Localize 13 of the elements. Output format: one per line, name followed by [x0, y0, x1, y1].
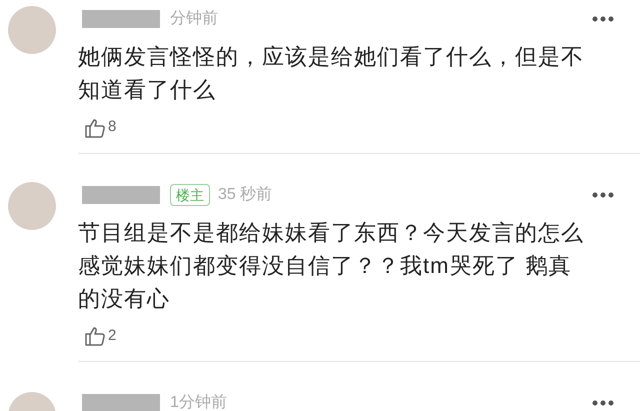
like-count: 8	[108, 117, 116, 137]
thumbs-up-icon[interactable]	[84, 116, 106, 138]
thumbs-up-icon[interactable]	[84, 325, 106, 347]
more-icon[interactable]	[592, 400, 614, 406]
comment-time: 分钟前	[170, 9, 219, 29]
like-count: 2	[108, 326, 116, 346]
more-icon[interactable]	[592, 192, 614, 198]
author-badge: 楼主	[170, 184, 210, 206]
more-icon[interactable]	[592, 16, 614, 22]
comment-time: 35 秒前	[218, 184, 274, 204]
comment-text: 节目组是不是都给妹妹看了东西？今天发言的怎么感觉妹妹们都变得没自信了？？我tm哭死了 鹅真的没有心	[78, 218, 585, 312]
comment-text: 她俩发言怪怪的，应该是给她们看了什么，但是不知道看了什么	[78, 43, 585, 104]
comment-time: 1分钟前	[170, 393, 228, 411]
